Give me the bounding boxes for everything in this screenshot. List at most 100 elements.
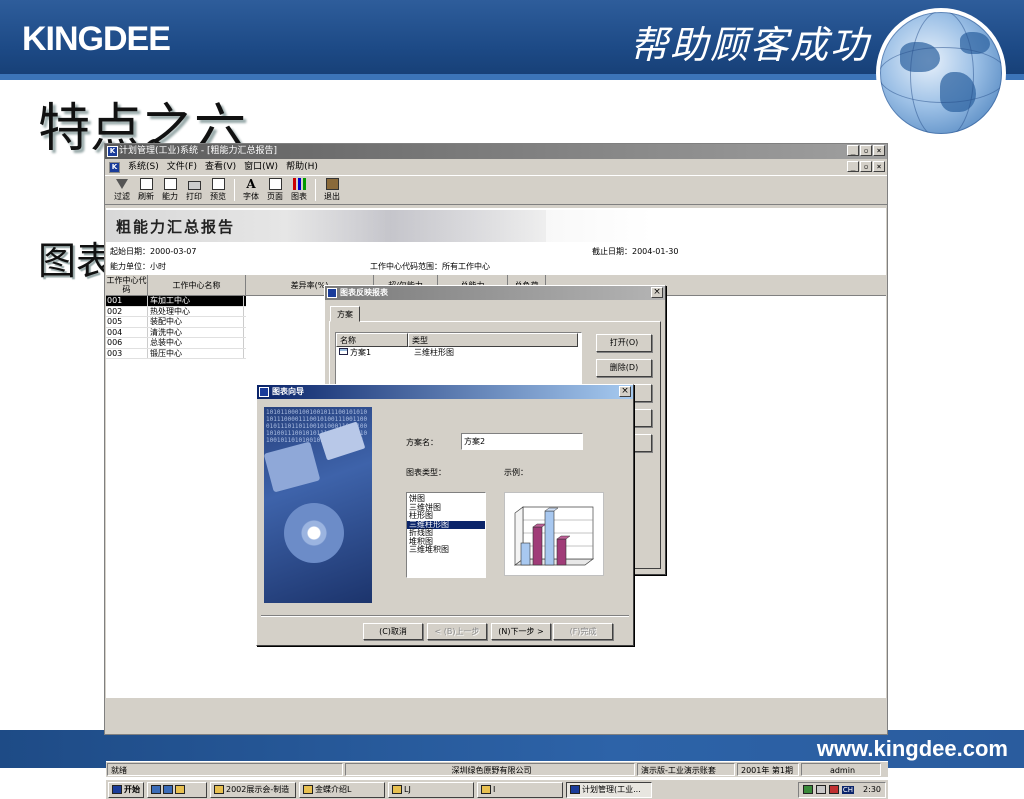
menu-view[interactable]: 查看(V)	[205, 159, 236, 175]
toolbar: 过滤 刷新 能力 打印 预览 A 字体 页面 图表 退出	[105, 175, 887, 205]
minimize-button[interactable]: _	[847, 145, 859, 156]
menu-system[interactable]: 系统(S)	[128, 159, 159, 175]
3d-column-chart-icon	[513, 506, 595, 566]
task-item-plan[interactable]: 计划管理(工业...	[566, 781, 652, 798]
quick-launch[interactable]	[147, 781, 207, 798]
refresh-button[interactable]: 刷新	[135, 178, 157, 204]
col-name-header[interactable]: 名称	[336, 333, 408, 347]
taskbar: 开始 2002展示会-制造 金蝶介绍L LJ I 计划管理(工业... CH 2…	[106, 779, 888, 799]
status-period: 2001年 第1期	[737, 763, 799, 776]
print-label: 打印	[186, 192, 202, 201]
banner-artwork	[286, 210, 546, 242]
exit-button[interactable]: 退出	[321, 178, 343, 204]
chart-wizard-dialog: 图表向导 × 101011000100100101110010101010111…	[256, 384, 634, 646]
preview-button[interactable]: 预览	[207, 178, 229, 204]
chart-type-label: 图表类型：	[406, 468, 446, 477]
antivirus-icon[interactable]	[828, 785, 839, 794]
start-button[interactable]: 开始	[108, 781, 144, 798]
doc-restore-button[interactable]: ▫	[860, 161, 872, 172]
cell-name: 装配中心	[148, 317, 244, 327]
font-button[interactable]: A 字体	[240, 178, 262, 204]
table-row[interactable]: 002 热处理中心	[106, 306, 246, 317]
dialog-title: 图表反映报表	[340, 288, 388, 297]
cell-name: 热处理中心	[148, 306, 244, 316]
print-button[interactable]: 打印	[183, 178, 205, 204]
statusbar: 就绪 深圳绿色原野有限公司 演示版-工业演示账套 2001年 第1期 admin	[106, 761, 888, 777]
doc-minimize-button[interactable]: _	[847, 161, 859, 172]
header-stripe	[0, 74, 1024, 80]
table-row[interactable]: 006 总装中心	[106, 338, 246, 349]
page-icon	[268, 178, 282, 190]
kingdee-logo: KINGDEE	[22, 20, 171, 58]
table-row[interactable]: 005 装配中心	[106, 317, 246, 328]
globe-icon	[876, 8, 1006, 138]
folder-icon	[481, 785, 491, 794]
table-row[interactable]: 001 车加工中心	[106, 296, 246, 307]
ie-icon	[163, 785, 173, 794]
list-item[interactable]: 方案1 三维柱形图	[336, 347, 581, 359]
chart-button[interactable]: 图表	[288, 178, 310, 204]
clock: 2:30	[863, 785, 881, 794]
status-account: 演示版-工业演示账套	[637, 763, 735, 776]
chart-type-option[interactable]: 三维堆积图	[407, 545, 485, 555]
window-titlebar[interactable]: K 计划管理(工业)系统 - [粗能力汇总报告] _ ▫ ×	[105, 144, 887, 159]
example-label: 示例：	[504, 468, 528, 477]
doc-icon[interactable]: K	[109, 161, 120, 173]
network-icon[interactable]	[802, 785, 813, 794]
filter-button[interactable]: 过滤	[111, 178, 133, 204]
ppt-icon	[303, 785, 313, 794]
code-range: 工作中心代码范围：所有工作中心	[370, 262, 490, 271]
delete-button[interactable]: 删除(D)	[596, 359, 652, 377]
prev-button[interactable]: < (B)上一步	[427, 623, 487, 640]
task-item-folder[interactable]: I	[477, 781, 563, 798]
filter-label: 过滤	[114, 192, 130, 201]
finish-button[interactable]: (F)完成	[553, 623, 613, 640]
report-title: 粗能力汇总报告	[116, 218, 236, 236]
chart-preview	[504, 492, 604, 576]
doc-close-button[interactable]: ×	[873, 161, 885, 172]
open-button[interactable]: 打开(O)	[596, 334, 652, 352]
scheme-name-input[interactable]: 方案2	[461, 433, 583, 450]
folder-icon	[175, 785, 185, 794]
col-name[interactable]: 工作中心名称	[148, 275, 246, 295]
restore-button[interactable]: ▫	[860, 145, 872, 156]
menu-file[interactable]: 文件(F)	[167, 159, 197, 175]
task-item-expo[interactable]: 2002展示会-制造	[210, 781, 296, 798]
cell-code: 002	[106, 306, 148, 316]
tab-scheme[interactable]: 方案	[330, 306, 360, 322]
close-icon[interactable]: ×	[619, 386, 631, 397]
col-code[interactable]: 工作中心代码	[106, 275, 148, 295]
task-item-intro[interactable]: 金蝶介绍L	[299, 781, 385, 798]
cancel-button[interactable]: (C)取消	[363, 623, 423, 640]
menubar: K 系统(S) 文件(F) 查看(V) 窗口(W) 帮助(H) _ ▫ ×	[105, 159, 887, 175]
table-row[interactable]: 004 清洗中心	[106, 327, 246, 338]
capacity-button[interactable]: 能力	[159, 178, 181, 204]
task-item-lj[interactable]: LJ	[388, 781, 474, 798]
menu-window[interactable]: 窗口(W)	[244, 159, 278, 175]
chart-type-list[interactable]: 饼图 三维饼图 柱形图 三维柱形图 折线图 堆积图 三维堆积图	[406, 492, 486, 578]
page-button[interactable]: 页面	[264, 178, 286, 204]
table-row[interactable]: 003 锻压中心	[106, 348, 246, 359]
close-icon[interactable]: ×	[651, 287, 663, 298]
cell-name: 总装中心	[148, 338, 244, 348]
refresh-label: 刷新	[138, 192, 154, 201]
next-button[interactable]: (N)下一步 >	[491, 623, 551, 640]
ppt-icon	[392, 785, 402, 794]
font-label: 字体	[243, 192, 259, 201]
website-url: www.kingdee.com	[816, 736, 1008, 761]
slogan: 帮助顾客成功	[630, 23, 871, 67]
wizard-icon	[259, 387, 269, 397]
chart-label: 图表	[291, 192, 307, 201]
wizard-titlebar[interactable]: 图表向导 ×	[257, 385, 633, 399]
col-type-header[interactable]: 类型	[408, 333, 578, 347]
volume-icon[interactable]	[815, 785, 826, 794]
cell-code: 001	[106, 296, 148, 306]
menu-help[interactable]: 帮助(H)	[286, 159, 318, 175]
close-button[interactable]: ×	[873, 145, 885, 156]
scheme-type: 三维柱形图	[414, 348, 454, 357]
table-icon	[339, 348, 348, 355]
language-indicator[interactable]: CH	[841, 785, 855, 794]
cell-name: 车加工中心	[148, 296, 244, 306]
dialog-titlebar[interactable]: 图表反映报表 ×	[325, 286, 665, 300]
task-label: 金蝶介绍L	[315, 785, 352, 794]
